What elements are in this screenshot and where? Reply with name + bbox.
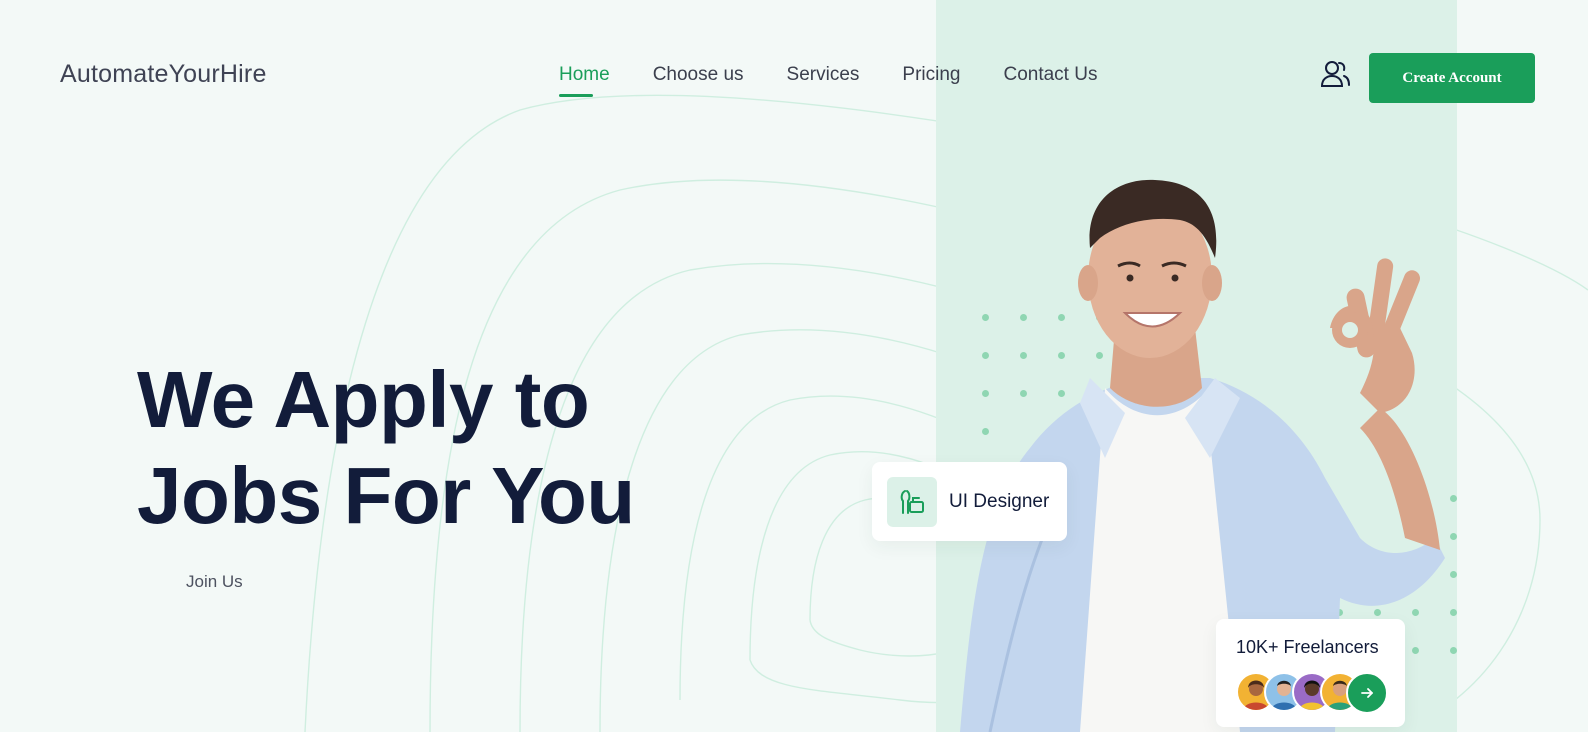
- main-nav: Home Choose us Services Pricing Contact …: [559, 64, 1097, 97]
- brand-logo[interactable]: AutomateYourHire: [60, 60, 267, 89]
- freelancers-card: 10K+ Freelancers: [1216, 619, 1405, 727]
- hero-title-line-2: Jobs For You: [137, 451, 635, 540]
- role-card: UI Designer: [872, 462, 1067, 541]
- users-icon[interactable]: [1319, 58, 1351, 90]
- freelancers-count: 10K+ Freelancers: [1236, 637, 1379, 657]
- nav-pricing[interactable]: Pricing: [902, 64, 960, 92]
- role-card-label: UI Designer: [949, 490, 1050, 512]
- nav-contact-us[interactable]: Contact Us: [1003, 64, 1097, 92]
- nav-home[interactable]: Home: [559, 64, 610, 97]
- design-tools-icon: [887, 476, 937, 527]
- create-account-button[interactable]: Create Account: [1369, 53, 1535, 103]
- hero-title-line-1: We Apply to: [137, 355, 590, 444]
- hero-title: We Apply to Jobs For You: [137, 352, 635, 544]
- arrow-right-icon[interactable]: [1346, 672, 1388, 714]
- nav-services[interactable]: Services: [787, 64, 860, 92]
- join-us-link[interactable]: Join Us: [186, 572, 243, 592]
- nav-choose-us[interactable]: Choose us: [653, 64, 744, 92]
